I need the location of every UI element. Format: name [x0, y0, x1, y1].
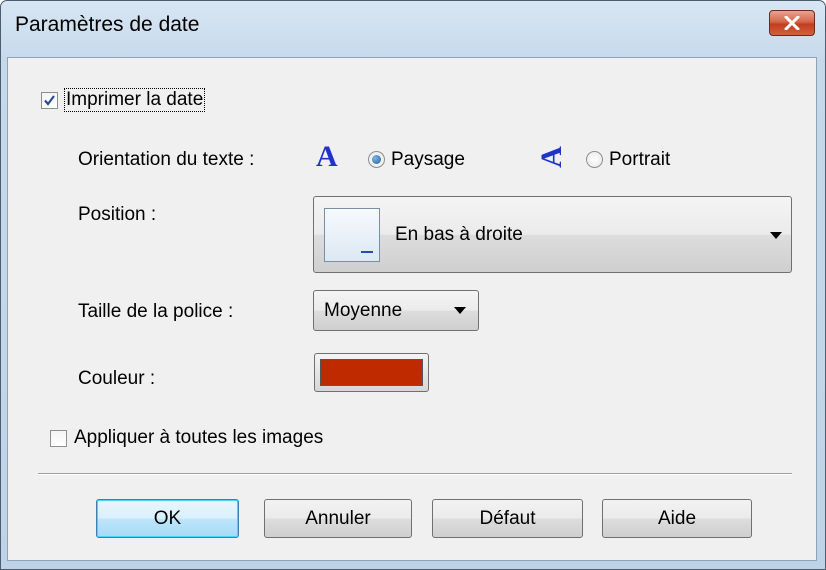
- close-button[interactable]: [769, 10, 815, 36]
- close-icon: [784, 16, 800, 30]
- date-settings-dialog: Paramètres de date Imprimer la date Orie…: [0, 0, 826, 570]
- landscape-icon: A: [316, 140, 338, 173]
- title-bar[interactable]: Paramètres de date: [1, 1, 825, 57]
- portrait-icon: A: [534, 146, 568, 168]
- checkmark-icon: [44, 95, 55, 106]
- landscape-label[interactable]: Paysage: [391, 149, 465, 171]
- apply-all-label[interactable]: Appliquer à toutes les images: [74, 427, 323, 449]
- chevron-down-icon: [770, 232, 782, 239]
- cancel-button[interactable]: Annuler: [264, 499, 412, 538]
- apply-all-checkbox[interactable]: [50, 430, 67, 447]
- position-preview-icon: [324, 208, 380, 262]
- landscape-radio[interactable]: [368, 151, 385, 168]
- color-swatch: [320, 359, 423, 386]
- dialog-body: Imprimer la date Orientation du texte : …: [7, 57, 817, 561]
- font-size-value: Moyenne: [324, 300, 403, 321]
- print-date-checkbox[interactable]: [41, 92, 58, 109]
- ok-button[interactable]: OK: [96, 499, 239, 538]
- window-title: Paramètres de date: [15, 13, 200, 36]
- help-button[interactable]: Aide: [602, 499, 752, 538]
- position-label: Position :: [78, 204, 157, 225]
- print-date-label[interactable]: Imprimer la date: [64, 88, 206, 112]
- portrait-radio[interactable]: [586, 151, 603, 168]
- orientation-label: Orientation du texte :: [78, 149, 255, 170]
- font-size-label: Taille de la police :: [78, 301, 234, 322]
- color-picker-button[interactable]: [314, 353, 429, 392]
- position-value: En bas à droite: [395, 224, 523, 245]
- chevron-down-icon: [454, 307, 466, 314]
- default-button[interactable]: Défaut: [432, 499, 583, 538]
- font-size-dropdown[interactable]: Moyenne: [313, 290, 479, 331]
- position-dropdown[interactable]: En bas à droite: [313, 196, 792, 273]
- separator: [38, 473, 792, 475]
- portrait-label[interactable]: Portrait: [609, 149, 670, 171]
- color-label: Couleur :: [78, 368, 156, 389]
